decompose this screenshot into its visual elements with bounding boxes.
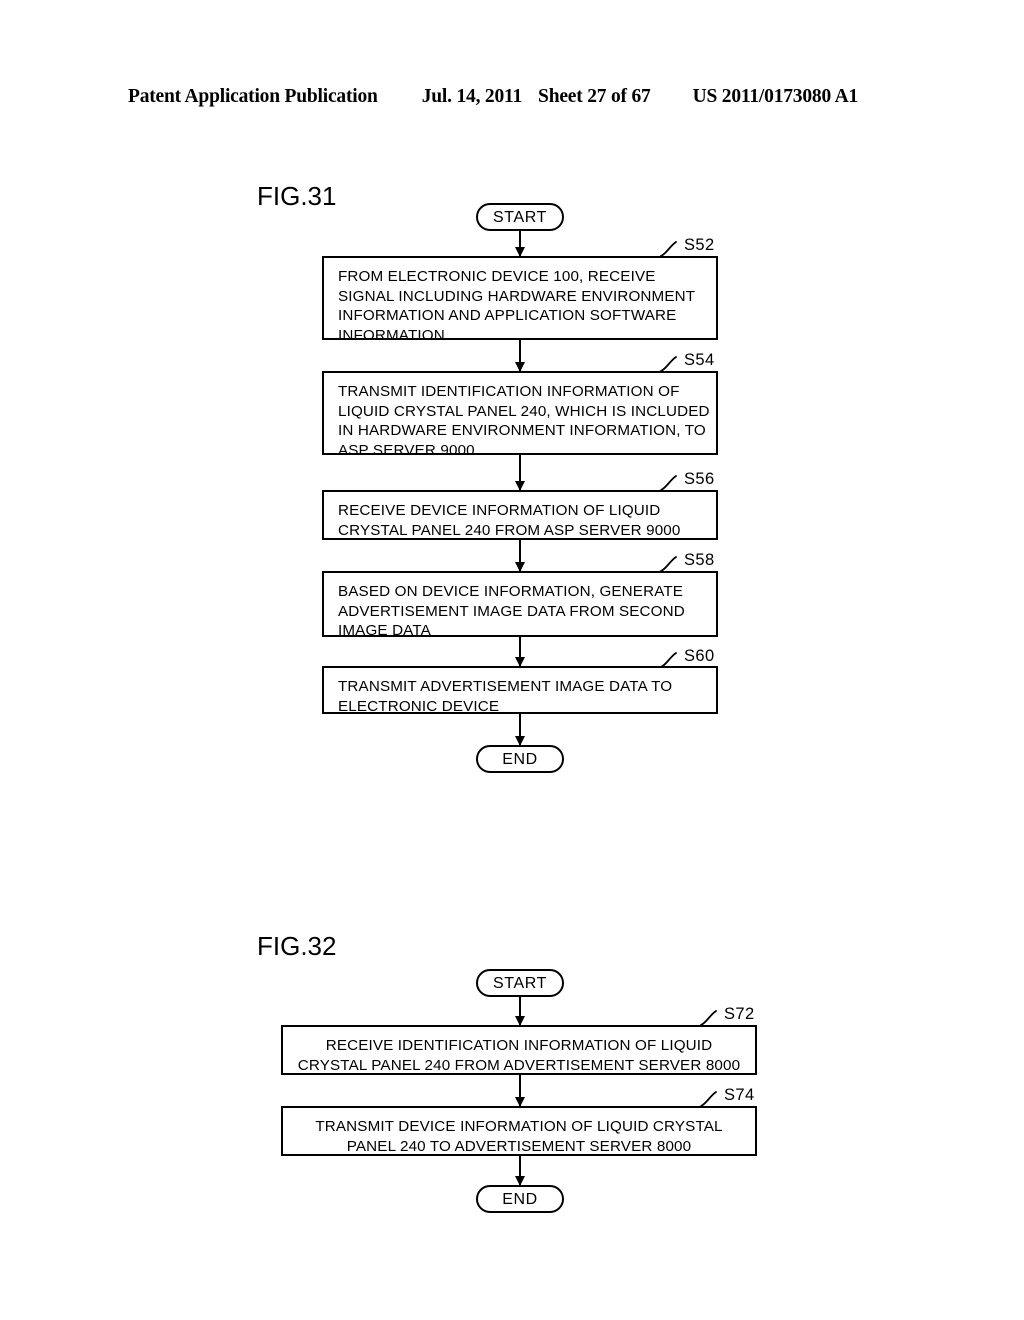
page-header: Patent Application Publication Jul. 14, … <box>128 86 896 112</box>
fig31-step-label-s56: S56 <box>684 470 715 488</box>
fig31-s52-line-2: SIGNAL INCLUDING HARDWARE ENVIRONMENT <box>338 287 696 305</box>
fig32-end-terminal: END <box>476 1185 564 1213</box>
fig31-step-label-s52: S52 <box>684 236 715 254</box>
fig32-process-box-s72: RECEIVE IDENTIFICATION INFORMATION OF LI… <box>281 1025 757 1075</box>
fig32-process-box-s74: TRANSMIT DEVICE INFORMATION OF LIQUID CR… <box>281 1106 757 1156</box>
fig31-connector-s54-s56 <box>518 455 522 490</box>
header-sheet-label: Sheet 27 of 67 <box>538 86 651 107</box>
fig32-step-label-s74: S74 <box>724 1086 755 1104</box>
header-publication-label: Patent Application Publication <box>128 86 378 107</box>
header-patent-number: US 2011/0173080 A1 <box>692 86 859 107</box>
fig31-s56-line-2: CRYSTAL PANEL 240 FROM ASP SERVER 9000 <box>338 521 681 539</box>
fig31-process-box-s52: FROM ELECTRONIC DEVICE 100, RECEIVE SIGN… <box>322 256 718 344</box>
fig31-leader-s52 <box>660 239 686 257</box>
fig31-s60-line-1: TRANSMIT ADVERTISEMENT IMAGE DATA TO <box>338 678 673 695</box>
fig31-s52-line-3: INFORMATION AND APPLICATION SOFTWARE <box>338 307 677 325</box>
fig32-connector-start-s72 <box>518 997 522 1025</box>
fig32-leader-s72 <box>700 1008 726 1026</box>
fig32-s74-line-2: PANEL 240 TO ADVERTISEMENT SERVER 8000 <box>346 1137 692 1155</box>
fig31-s54-line-1: TRANSMIT IDENTIFICATION INFORMATION OF <box>338 383 680 400</box>
fig31-leader-s54 <box>660 354 686 372</box>
fig32-s74-line-1: TRANSMIT DEVICE INFORMATION OF LIQUID CR… <box>315 1118 723 1135</box>
fig31-process-box-s56: RECEIVE DEVICE INFORMATION OF LIQUID CRY… <box>322 490 718 540</box>
fig31-leader-s56 <box>660 473 686 491</box>
fig31-connector-s56-s58 <box>518 540 522 571</box>
fig31-process-box-s58: BASED ON DEVICE INFORMATION, GENERATE AD… <box>322 571 718 639</box>
fig32-connector-s74-end <box>518 1156 522 1185</box>
fig31-connector-start-s52 <box>518 231 522 256</box>
fig31-s52-line-1: FROM ELECTRONIC DEVICE 100, RECEIVE <box>338 268 656 285</box>
fig31-step-label-s60: S60 <box>684 647 715 665</box>
figure-title-fig31: FIG.31 <box>257 181 337 211</box>
fig31-connector-s52-s54 <box>518 340 522 371</box>
figure-title-fig32: FIG.32 <box>257 931 337 961</box>
fig32-connector-s72-s74 <box>518 1075 522 1106</box>
fig31-step-label-s54: S54 <box>684 351 715 369</box>
fig32-start-terminal: START <box>476 969 564 997</box>
fig32-s72-line-2: CRYSTAL PANEL 240 FROM ADVERTISEMENT SER… <box>297 1056 741 1074</box>
fig31-leader-s58 <box>660 554 686 572</box>
fig31-connector-s58-s60 <box>518 637 522 666</box>
fig32-leader-s74 <box>700 1089 726 1107</box>
fig31-leader-s60 <box>660 650 686 668</box>
header-date-label: Jul. 14, 2011 <box>421 86 523 107</box>
fig31-s56-line-1: RECEIVE DEVICE INFORMATION OF LIQUID <box>338 502 661 519</box>
fig31-connector-s60-end <box>518 714 522 745</box>
fig32-s72-line-1: RECEIVE IDENTIFICATION INFORMATION OF LI… <box>325 1037 713 1054</box>
fig31-s58-line-1: BASED ON DEVICE INFORMATION, GENERATE <box>338 583 684 600</box>
fig31-step-label-s58: S58 <box>684 551 715 569</box>
fig31-start-terminal: START <box>476 203 564 231</box>
fig32-step-label-s72: S72 <box>724 1005 755 1023</box>
fig31-s54-line-2: LIQUID CRYSTAL PANEL 240, WHICH IS INCLU… <box>338 402 710 420</box>
fig31-s58-line-2: ADVERTISEMENT IMAGE DATA FROM SECOND <box>338 602 685 620</box>
fig31-s54-line-3: IN HARDWARE ENVIRONMENT INFORMATION, TO <box>338 422 706 440</box>
fig31-process-box-s60: TRANSMIT ADVERTISEMENT IMAGE DATA TO ELE… <box>322 666 718 715</box>
fig31-process-box-s54: TRANSMIT IDENTIFICATION INFORMATION OF L… <box>322 371 718 459</box>
fig31-end-terminal: END <box>476 745 564 773</box>
